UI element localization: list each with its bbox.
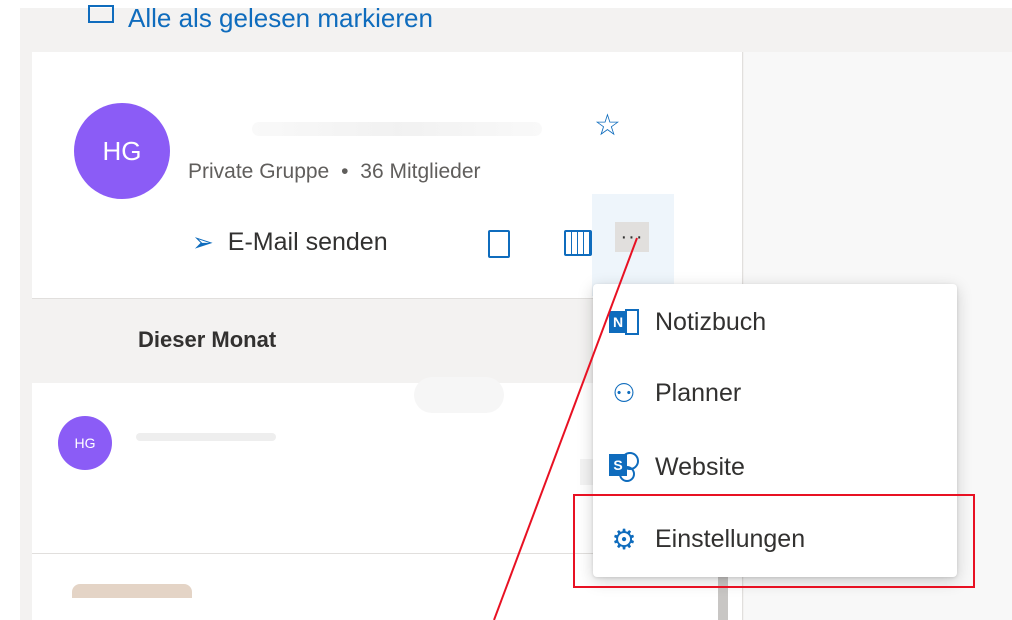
more-options-menu: N Notizbuch ⚇ Planner S Website ⚙ Einste… xyxy=(593,284,957,577)
menu-item-label: Notizbuch xyxy=(655,307,767,336)
sender-avatar-redacted xyxy=(72,584,192,598)
sharepoint-icon: S xyxy=(607,450,641,484)
calendar-icon[interactable] xyxy=(564,230,592,256)
mark-all-read-button[interactable]: Alle als gelesen markieren xyxy=(88,0,433,36)
envelope-icon xyxy=(88,5,114,23)
send-email-label: E-Mail senden xyxy=(227,227,388,256)
group-actions: ➢ E-Mail senden xyxy=(192,220,592,264)
group-meta: Private Gruppe • 36 Mitglieder xyxy=(188,160,481,184)
group-header-card: HG Private Gruppe • 36 Mitglieder ☆ ➢ E-… xyxy=(32,52,742,299)
favorite-star-icon[interactable]: ☆ xyxy=(594,108,621,143)
menu-item-einstellungen[interactable]: ⚙ Einstellungen xyxy=(593,504,957,574)
planner-icon: ⚇ xyxy=(612,377,636,408)
group-member-count[interactable]: 36 Mitglieder xyxy=(360,160,480,183)
gear-icon: ⚙ xyxy=(611,523,637,555)
sender-avatar-initials: HG xyxy=(74,435,96,451)
files-icon[interactable] xyxy=(488,230,510,258)
more-options-button[interactable]: ··· xyxy=(615,222,649,252)
sender-name-redacted xyxy=(136,433,276,441)
group-visibility: Private Gruppe xyxy=(188,160,330,183)
menu-item-planner[interactable]: ⚇ Planner xyxy=(593,358,957,428)
menu-item-website[interactable]: S Website xyxy=(593,432,957,502)
meta-separator: • xyxy=(341,160,349,183)
menu-item-label: Planner xyxy=(655,378,742,407)
onenote-icon: N xyxy=(607,305,641,339)
redacted-blur xyxy=(414,377,504,413)
group-name-redacted xyxy=(252,122,542,136)
mark-all-read-label: Alle als gelesen markieren xyxy=(128,2,433,33)
send-email-button[interactable]: ➢ E-Mail senden xyxy=(192,227,388,258)
group-avatar: HG xyxy=(74,103,170,199)
send-icon: ➢ xyxy=(192,226,214,257)
list-scrollbar[interactable] xyxy=(718,572,728,620)
sender-avatar: HG xyxy=(58,416,112,470)
top-command-strip: Alle als gelesen markieren xyxy=(20,3,1012,52)
menu-item-label: Einstellungen xyxy=(655,524,806,553)
menu-item-notizbuch[interactable]: N Notizbuch xyxy=(593,287,957,357)
more-options-hover: ··· xyxy=(592,194,674,296)
menu-item-label: Website xyxy=(655,452,745,481)
group-avatar-initials: HG xyxy=(102,135,142,166)
section-header-label: Dieser Monat xyxy=(138,327,277,352)
